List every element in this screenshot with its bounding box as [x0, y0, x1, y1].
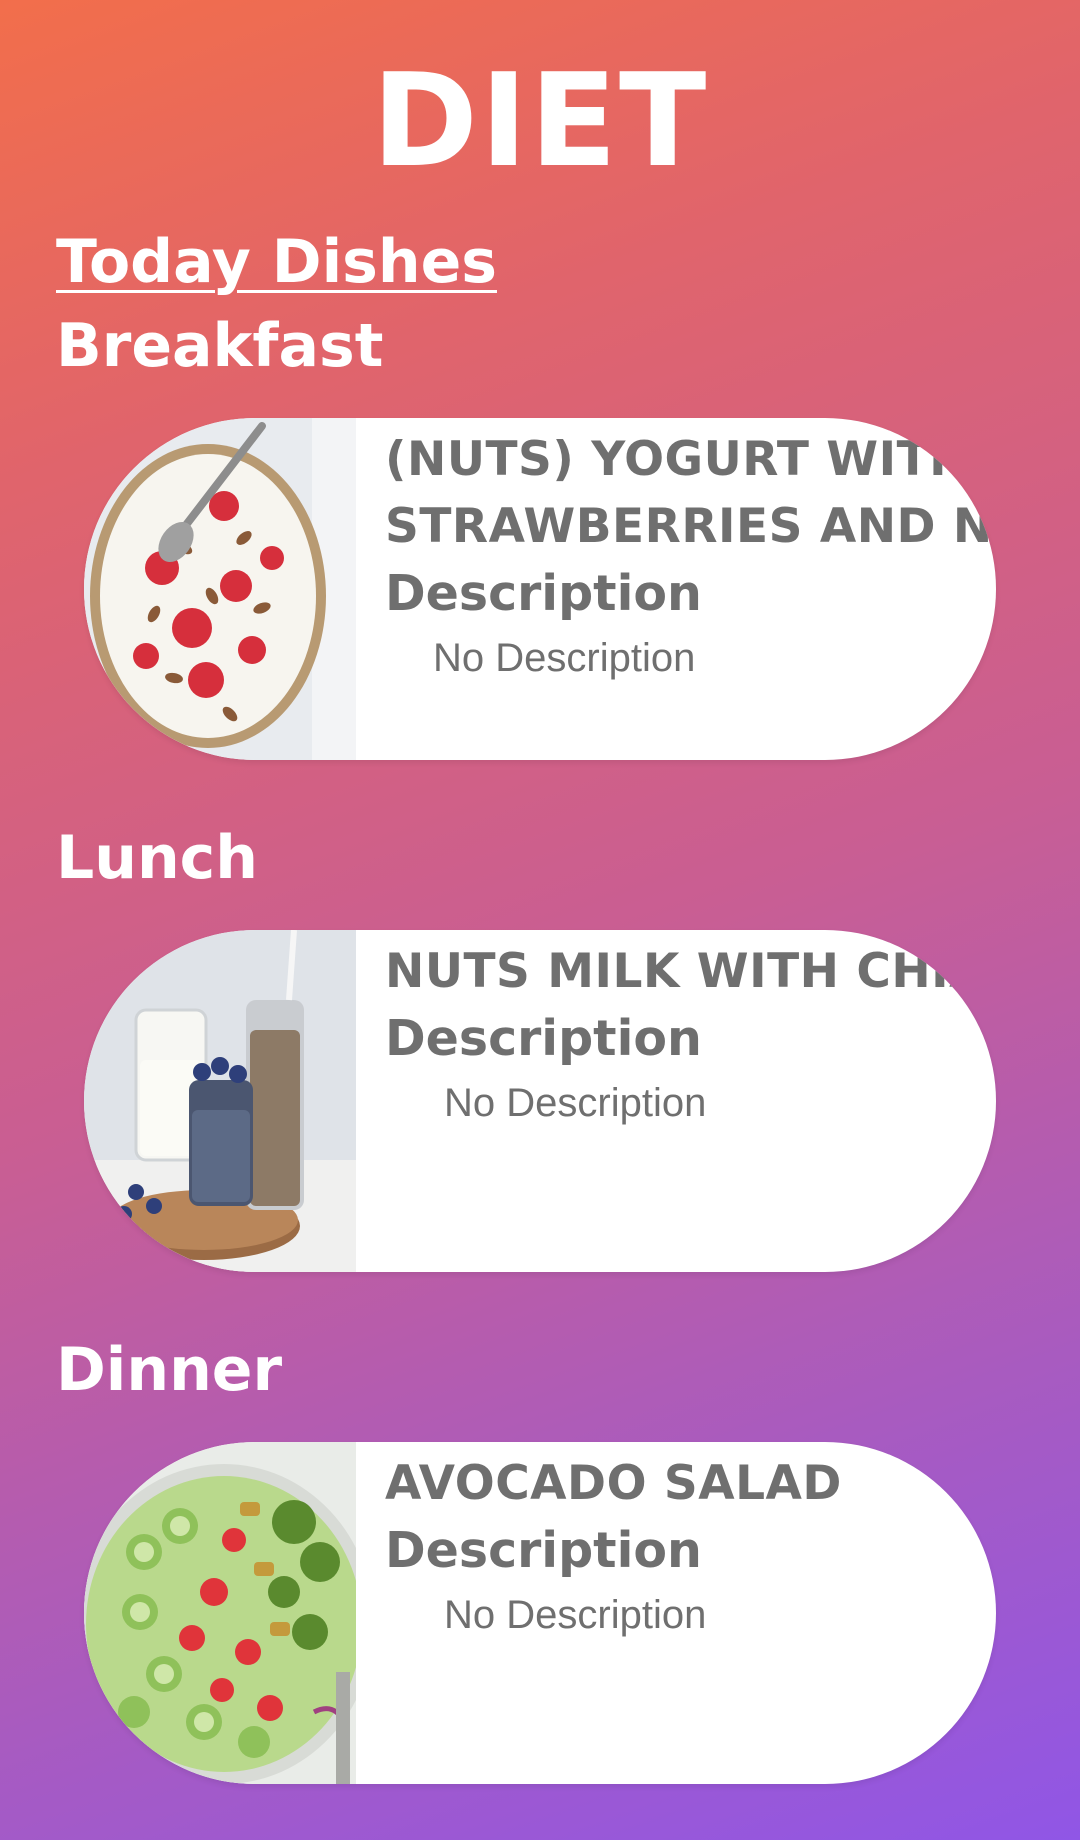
dish-name: NUTS MILK WITH CHIA	[385, 944, 987, 999]
avocado-salad-photo	[84, 1442, 356, 1784]
description-label: Description	[385, 1522, 702, 1579]
dinner-dish-text: AVOCADO SALAD Description No Description	[385, 1450, 996, 1646]
yogurt-bowl-image	[84, 418, 356, 760]
lunch-heading: Lunch	[56, 823, 258, 893]
breakfast-dish-text: (NUTS) YOGURT WITH STRAWBERRIES AND NUTS…	[385, 426, 996, 689]
description-value: No Description	[444, 1593, 707, 1637]
description-label: Description	[385, 1010, 702, 1067]
app-title: DIET	[371, 47, 709, 196]
description-value: No Description	[433, 636, 696, 680]
avocado-salad-image	[84, 1442, 356, 1784]
description-label: Description	[385, 565, 702, 622]
dinner-heading: Dinner	[56, 1335, 283, 1405]
dish-name: (NUTS) YOGURT WITH STRAWBERRIES AND NUTS	[385, 432, 996, 554]
today-dishes-link[interactable]: Today Dishes	[56, 232, 497, 292]
lunch-dish-text: NUTS MILK WITH CHIA Description No Descr…	[385, 938, 996, 1134]
breakfast-heading: Breakfast	[56, 311, 384, 381]
yogurt-bowl-photo	[84, 418, 356, 760]
lunch-dish-card[interactable]: NUTS MILK WITH CHIA Description No Descr…	[84, 930, 996, 1272]
chia-milk-photo	[84, 930, 356, 1272]
dinner-dish-card[interactable]: AVOCADO SALAD Description No Description	[84, 1442, 996, 1784]
breakfast-dish-card[interactable]: (NUTS) YOGURT WITH STRAWBERRIES AND NUTS…	[84, 418, 996, 760]
description-value: No Description	[444, 1081, 707, 1125]
chia-milk-image	[84, 930, 356, 1272]
dish-name: AVOCADO SALAD	[385, 1456, 842, 1511]
